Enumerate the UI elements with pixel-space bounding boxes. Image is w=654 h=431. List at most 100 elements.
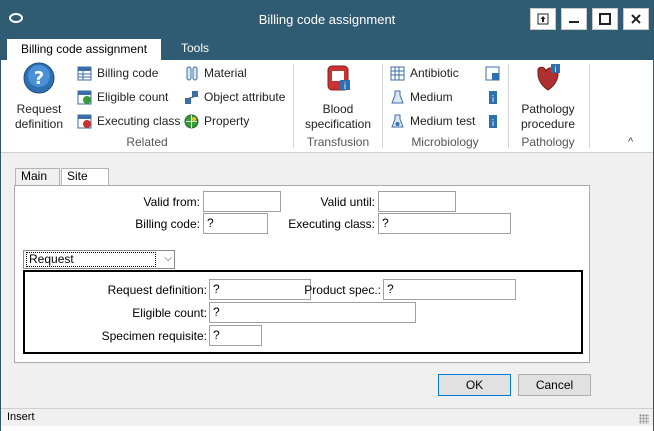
test-tube-icon (186, 66, 198, 80)
microbiology-info-button-1[interactable] (485, 64, 505, 82)
request-definition-field[interactable]: ? (209, 279, 311, 300)
tab-tools[interactable]: Tools (171, 38, 219, 60)
tab-billing-code-assignment[interactable]: Billing code assignment (7, 38, 161, 60)
organ-icon: i (515, 62, 581, 98)
object-attribute-button[interactable]: Object attribute (184, 88, 285, 106)
eligible-count-label: Eligible count (97, 90, 169, 104)
request-group-box: Request definition: ? Product spec.: ? E… (23, 270, 583, 354)
eligible-count-label-text: Eligible count: (132, 306, 207, 320)
group-related-label: Related (126, 135, 168, 149)
pill-table-icon (390, 66, 405, 80)
blood-specification-button[interactable]: i Blood specification (301, 62, 375, 132)
medium-button[interactable]: Medium (390, 88, 453, 106)
maximize-icon[interactable] (592, 8, 618, 30)
billing-code-label: Billing code: (115, 217, 200, 231)
material-button[interactable]: Material (184, 64, 247, 82)
svg-text:?: ? (34, 68, 44, 89)
svg-text:i: i (344, 82, 347, 92)
executing-class-label-text: Executing class: (288, 217, 375, 231)
blood-bag-icon: i (301, 62, 375, 98)
flask-test-icon (391, 114, 404, 127)
group-transfusion-label: Transfusion (306, 135, 370, 149)
tab-main[interactable]: Main (15, 168, 60, 185)
ribbon-separator (589, 64, 590, 148)
medium-test-button[interactable]: Medium test (390, 112, 475, 130)
info-icon: i (489, 90, 497, 105)
request-combo[interactable]: Request ⌵ (23, 250, 175, 269)
material-label: Material (204, 66, 247, 80)
executing-class-label: Executing class: (275, 217, 375, 231)
status-bar: Insert (1, 408, 653, 426)
executing-class-field[interactable]: ? (378, 213, 511, 234)
request-combo-value: Request (26, 252, 156, 267)
ribbon-separator (382, 64, 383, 148)
bottom-strip (1, 426, 653, 431)
valid-until-label-text: Valid until: (320, 195, 375, 209)
specimen-requisite-label: Specimen requisite: (85, 329, 207, 343)
table-red-icon (77, 114, 92, 128)
title-bar: Billing code assignment (1, 1, 653, 38)
info-table-icon (485, 66, 500, 80)
product-spec-label: Product spec.: (301, 283, 381, 297)
cancel-button[interactable]: Cancel (518, 374, 591, 396)
dialog-body: Main Site attr. Valid from: Valid until:… (1, 153, 653, 408)
antibiotic-button[interactable]: Antibiotic (390, 64, 459, 82)
billing-code-label-text: Billing code: (135, 217, 200, 231)
svg-text:i: i (554, 65, 556, 74)
flask-icon (391, 90, 404, 103)
property-label: Property (204, 114, 250, 128)
minimize-icon[interactable] (561, 8, 587, 30)
status-mode: Insert (7, 411, 35, 423)
info-icon: i (489, 114, 497, 129)
eligible-count-button[interactable]: Eligible count (77, 88, 168, 106)
object-attribute-label: Object attribute (204, 90, 286, 104)
svg-text:i: i (492, 119, 495, 129)
executing-class-label: Executing class (97, 114, 181, 128)
ribbon-separator (508, 64, 509, 148)
chevron-down-icon[interactable]: ⌵ (164, 253, 172, 264)
close-icon[interactable] (623, 8, 649, 30)
svg-text:i: i (492, 95, 495, 105)
eligible-count-field[interactable]: ? (209, 302, 416, 323)
property-button[interactable]: Property (184, 112, 249, 130)
ribbon-separator (293, 64, 294, 148)
specimen-requisite-label-text: Specimen requisite: (101, 329, 207, 343)
ribbon: ? Request definition Billing code Eligib… (1, 60, 653, 153)
product-spec-field[interactable]: ? (383, 279, 516, 300)
pathology-procedure-label: Pathology procedure (520, 102, 576, 131)
eligible-count-field-label: Eligible count: (95, 306, 207, 320)
blood-specification-label: Blood specification (304, 102, 372, 131)
globe-icon (184, 114, 199, 128)
billing-code-label: Billing code (97, 66, 159, 80)
billing-code-assignment-window: Billing code assignment Billing code ass… (0, 0, 654, 431)
valid-until-label: Valid until: (295, 195, 375, 209)
specimen-requisite-field[interactable]: ? (209, 325, 262, 346)
microbiology-info-button-2[interactable]: i (485, 88, 505, 106)
valid-from-label: Valid from: (115, 195, 200, 209)
request-definition-field-label: Request definition: (95, 283, 207, 297)
request-definition-button[interactable]: ? Request definition (11, 62, 67, 132)
tab-site-attr[interactable]: Site attr. (61, 168, 109, 198)
group-microbiology-label: Microbiology (411, 135, 479, 149)
pathology-procedure-button[interactable]: i Pathology procedure (515, 62, 581, 132)
group-pathology-label: Pathology (521, 135, 575, 149)
antibiotic-label: Antibiotic (410, 66, 459, 80)
valid-from-label-text: Valid from: (143, 195, 200, 209)
table-green-icon (77, 90, 92, 104)
request-definition-label-text: Request definition: (107, 283, 207, 297)
valid-until-field[interactable] (378, 191, 456, 212)
product-spec-label-text: Product spec.: (304, 283, 381, 297)
resize-grip-icon[interactable] (639, 414, 649, 424)
link-icon (185, 90, 198, 104)
executing-class-button[interactable]: Executing class (77, 112, 180, 130)
billing-code-button[interactable]: Billing code (77, 64, 158, 82)
medium-label: Medium (410, 90, 453, 104)
ok-button[interactable]: OK (438, 374, 511, 396)
help-icon: ? (11, 62, 67, 98)
collapse-ribbon-icon[interactable]: ^ (628, 136, 633, 148)
restore-icon[interactable] (530, 8, 556, 30)
table-icon (77, 66, 92, 80)
billing-code-field[interactable]: ? (203, 213, 268, 234)
microbiology-info-button-3[interactable]: i (485, 112, 505, 130)
valid-from-field[interactable] (203, 191, 281, 212)
